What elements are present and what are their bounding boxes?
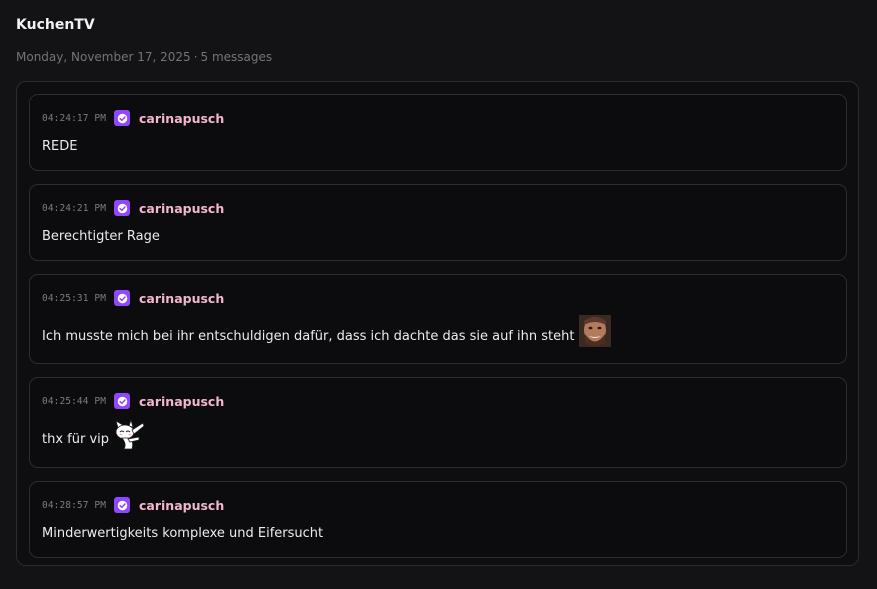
message-list[interactable]: 04:24:17 PM carinapusch REDE 04:24:21 PM… [16, 81, 859, 566]
verified-badge-icon [114, 497, 131, 513]
message-timestamp: 04:25:44 PM [42, 395, 107, 407]
message-text: Minderwertigkeits komplexe und Eifersuch… [42, 525, 323, 543]
verified-badge-icon [114, 393, 131, 409]
message-timestamp: 04:25:31 PM [42, 292, 107, 304]
verified-badge-icon [114, 200, 131, 216]
message-meta: 04:28:57 PM carinapusch [42, 496, 224, 514]
chat-date: Monday, November 17, 2025 [16, 50, 191, 64]
verified-badge-icon [114, 110, 131, 126]
bearded-face-emote[interactable] [579, 315, 612, 347]
message-count: 5 messages [200, 50, 273, 64]
chat-message: 04:24:21 PM carinapusch Berechtigter Rag… [29, 184, 847, 261]
message-body: REDE [42, 139, 78, 154]
message-timestamp: 04:28:57 PM [42, 499, 107, 511]
chat-message: 04:25:31 PM carinapusch Ich musste mich … [29, 274, 847, 364]
message-username[interactable]: carinapusch [139, 291, 224, 306]
white-cat-dab-emote[interactable] [114, 418, 146, 450]
message-meta: 04:24:17 PM carinapusch [42, 109, 224, 127]
message-meta: 04:24:21 PM carinapusch [42, 199, 224, 217]
chat-message: 04:25:44 PM carinapusch thx für vip [29, 377, 847, 468]
message-body: thx für vip [42, 432, 110, 447]
message-username[interactable]: carinapusch [139, 201, 224, 216]
message-text: REDE [42, 138, 77, 156]
message-username[interactable]: carinapusch [139, 394, 224, 409]
chat-subtitle: Monday, November 17, 2025 · 5 messages [16, 48, 861, 66]
message-text: thx für vip [42, 418, 146, 450]
message-body: Berechtigter Rage [42, 229, 160, 244]
channel-title: KuchenTV [16, 17, 95, 33]
message-meta: 04:25:31 PM carinapusch [42, 289, 224, 307]
message-body: Minderwertigkeits komplexe und Eifersuch… [42, 526, 324, 541]
message-text: Ich musste mich bei ihr entschuldigen da… [42, 315, 612, 347]
message-username[interactable]: carinapusch [139, 111, 224, 126]
message-timestamp: 04:24:21 PM [42, 202, 107, 214]
chat-message: 04:28:57 PM carinapusch Minderwertigkeit… [29, 481, 847, 558]
chat-header: KuchenTV Monday, November 17, 2025 · 5 mes… [16, 14, 861, 66]
message-meta: 04:25:44 PM carinapusch [42, 392, 224, 410]
subtitle-separator: · [193, 50, 198, 64]
chat-message: 04:24:17 PM carinapusch REDE [29, 94, 847, 171]
verified-badge-icon [114, 290, 131, 306]
message-body: Ich musste mich bei ihr entschuldigen da… [42, 329, 575, 344]
message-username[interactable]: carinapusch [139, 498, 224, 513]
message-timestamp: 04:24:17 PM [42, 112, 107, 124]
message-text: Berechtigter Rage [42, 228, 160, 246]
